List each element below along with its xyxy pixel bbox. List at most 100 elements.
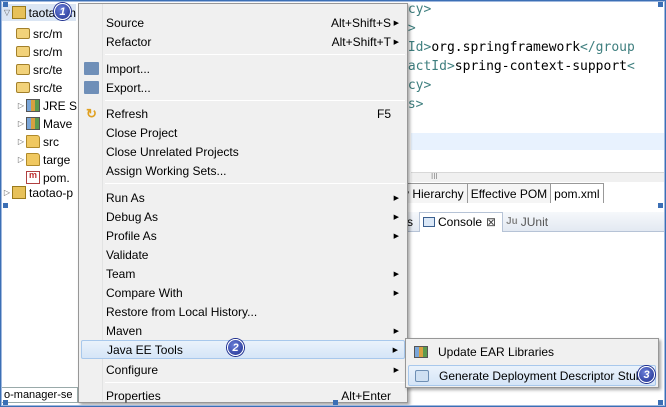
tree-item-label: src/m: [33, 26, 63, 41]
refresh-icon: ↻: [86, 106, 97, 121]
tree-item-label: Mave: [43, 116, 73, 131]
expand-arrow-icon[interactable]: ▷: [16, 101, 26, 110]
menu-item-generate-deployment-descriptor-stub[interactable]: Generate Deployment Descriptor Stub: [408, 365, 656, 386]
menu-item-label: Java EE Tools: [107, 342, 183, 357]
folder-icon: [26, 153, 40, 166]
menu-item-label: Compare With: [106, 285, 183, 300]
expand-arrow-icon[interactable]: ▷: [16, 119, 26, 128]
menu-item-refresh[interactable]: ↻ Refresh F5: [81, 104, 405, 123]
menu-item-properties[interactable]: Properties Alt+Enter: [81, 386, 405, 405]
submenu-arrow-icon: ▶: [393, 213, 399, 221]
maven-project-icon: [11, 6, 26, 19]
tab-effective-pom[interactable]: Effective POM: [467, 184, 552, 203]
menu-item-assign-working-sets[interactable]: Assign Working Sets...: [81, 161, 405, 180]
submenu-arrow-icon: ▶: [393, 366, 399, 374]
tree-item-folder[interactable]: ▷ src: [16, 133, 59, 150]
junit-icon: Ju: [506, 216, 518, 227]
menu-item-label: Maven: [106, 323, 143, 338]
code-line: pId>org.springframework</group: [400, 40, 635, 55]
scrollbar-grip[interactable]: III: [431, 172, 438, 181]
menu-item-profile-as[interactable]: Profile As ▶: [81, 226, 405, 245]
tree-item-library[interactable]: ▷ Mave: [16, 115, 72, 132]
tree-item-project[interactable]: ▷ taotao-p: [2, 184, 73, 201]
tab-console[interactable]: Console ⊠: [419, 211, 504, 232]
menu-item-label: Update EAR Libraries: [438, 344, 555, 359]
menu-item-label: Validate: [106, 247, 149, 262]
callout-badge-3: 3: [638, 366, 655, 383]
menu-item-close-unrelated-projects[interactable]: Close Unrelated Projects: [81, 142, 405, 161]
submenu-arrow-icon: ▶: [393, 270, 399, 278]
menu-item-refactor[interactable]: Refactor Alt+Shift+T ▶: [81, 32, 405, 51]
menu-separator: [105, 54, 405, 55]
code-line: factId>spring-context-support<: [400, 59, 635, 74]
menu-item-label: Configure: [106, 362, 159, 377]
menu-separator: [105, 100, 405, 101]
callout-badge-1: 1: [54, 3, 71, 20]
selection-handle: [3, 400, 8, 405]
expand-arrow-icon[interactable]: ▷: [2, 188, 12, 197]
tree-item-label: src/m: [33, 44, 63, 59]
selection-handle: [3, 2, 8, 7]
menu-item-label: Run As: [106, 190, 145, 205]
selection-handle: [658, 400, 663, 405]
tree-item-label: taotao-p: [29, 185, 74, 200]
tree-item-label: pom.: [43, 170, 70, 185]
library-icon: [26, 99, 40, 112]
menu-item-update-ear-libraries[interactable]: Update EAR Libraries: [408, 341, 656, 362]
status-text: o-manager-se: [2, 387, 78, 403]
source-folder-icon: [16, 64, 30, 75]
tree-item-source-folder[interactable]: src/m: [16, 43, 62, 60]
submenu-arrow-icon: ▶: [393, 194, 399, 202]
selection-handle: [3, 203, 8, 208]
export-icon: [84, 81, 99, 94]
menu-item-close-project[interactable]: Close Project: [81, 123, 405, 142]
view-tab-bar: rs Console ⊠ Ju JUnit: [400, 211, 664, 232]
menu-item-label: Refresh: [106, 106, 149, 121]
maven-project-icon: [12, 186, 26, 199]
submenu-arrow-icon: ▶: [392, 346, 398, 354]
tree-item-source-folder[interactable]: src/te: [16, 79, 62, 96]
menu-item-label: Restore from Local History...: [106, 304, 258, 319]
submenu-arrow-icon: ▶: [393, 232, 399, 240]
menu-item-label: Export...: [106, 80, 151, 95]
expand-arrow-icon[interactable]: ▷: [16, 137, 26, 146]
tab-dependency-hierarchy[interactable]: y Hierarchy: [400, 184, 468, 203]
editor-tab-bar: y Hierarchy Effective POM pom.xml: [400, 183, 604, 203]
submenu-arrow-icon: ▶: [393, 38, 399, 46]
selection-handle: [333, 400, 338, 405]
tab-pom-xml[interactable]: pom.xml: [551, 184, 604, 203]
menu-item-import[interactable]: Import...: [81, 59, 405, 78]
horizontal-scrollbar[interactable]: III: [411, 172, 664, 182]
tree-item-library[interactable]: ▷ JRE S: [16, 97, 77, 114]
tree-item-source-folder[interactable]: src/m: [16, 25, 62, 42]
tree-item-label: targe: [43, 152, 71, 167]
collapse-arrow-icon[interactable]: ▽: [2, 8, 12, 17]
menu-item-debug-as[interactable]: Debug As ▶: [81, 207, 405, 226]
menu-separator: [105, 183, 405, 184]
library-icon: [26, 117, 40, 130]
menu-item-label: Assign Working Sets...: [106, 163, 227, 178]
tree-item-folder[interactable]: ▷ targe: [16, 151, 70, 168]
menu-item-source[interactable]: Source Alt+Shift+S ▶: [81, 13, 405, 32]
menu-item-export[interactable]: Export...: [81, 78, 405, 97]
expand-arrow-icon[interactable]: ▷: [16, 155, 26, 164]
tab-label: JUnit: [520, 214, 549, 229]
menu-item-label: Refactor: [106, 34, 152, 49]
menu-item-compare-with[interactable]: Compare With ▶: [81, 283, 405, 302]
menu-item-restore-local-history[interactable]: Restore from Local History...: [81, 302, 405, 321]
tab-junit[interactable]: Ju JUnit: [503, 212, 554, 232]
close-tab-icon[interactable]: ⊠: [486, 215, 496, 229]
menu-item-validate[interactable]: Validate: [81, 245, 405, 264]
menu-item-label: Generate Deployment Descriptor Stub: [439, 368, 643, 383]
tree-item-source-folder[interactable]: src/te: [16, 61, 62, 78]
tree-item-label: src: [43, 134, 59, 149]
pom-xml-icon: [26, 170, 40, 184]
menu-item-run-as[interactable]: Run As ▶: [81, 188, 405, 207]
menu-item-label: Import...: [106, 61, 151, 76]
menu-item-team[interactable]: Team ▶: [81, 264, 405, 283]
menu-item-accelerator: Alt+Shift+T: [331, 34, 391, 49]
menu-item-configure[interactable]: Configure ▶: [81, 360, 405, 379]
menu-separator: [105, 382, 405, 383]
menu-item-maven[interactable]: Maven ▶: [81, 321, 405, 340]
source-folder-icon: [16, 82, 30, 93]
